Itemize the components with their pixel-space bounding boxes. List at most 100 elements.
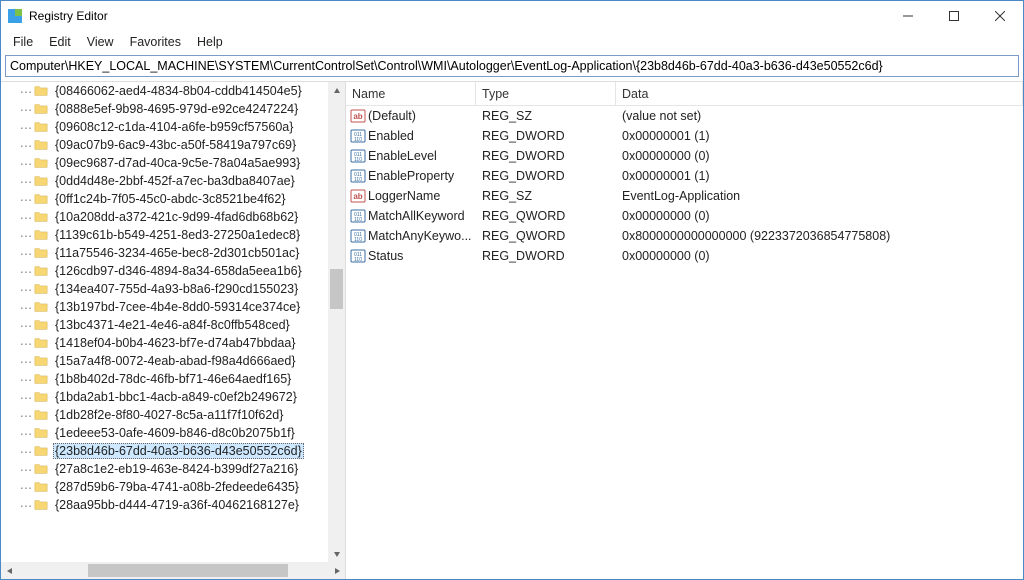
value-type: REG_QWORD <box>476 229 616 243</box>
tree-item[interactable]: ⋯{126cdb97-d346-4894-8a34-658da5eea1b6} <box>1 262 328 280</box>
menu-edit[interactable]: Edit <box>41 33 79 51</box>
menu-favorites[interactable]: Favorites <box>122 33 189 51</box>
tree-line-icon: ⋯ <box>19 408 33 423</box>
tree-item[interactable]: ⋯{1edeee53-0afe-4609-b846-d8c0b2075b1f} <box>1 424 328 442</box>
value-row[interactable]: MatchAllKeywordREG_QWORD0x00000000 (0) <box>346 206 1023 226</box>
minimize-button[interactable] <box>885 1 931 31</box>
value-row[interactable]: EnableLevelREG_DWORD0x00000000 (0) <box>346 146 1023 166</box>
tree-item-label: {1139c61b-b549-4251-8ed3-27250a1edec8} <box>53 228 302 242</box>
column-header-data[interactable]: Data <box>616 82 1023 105</box>
tree-item[interactable]: ⋯{287d59b6-79ba-4741-a08b-2fedeede6435} <box>1 478 328 496</box>
column-header-type[interactable]: Type <box>476 82 616 105</box>
folder-icon <box>33 138 49 152</box>
regedit-icon <box>7 8 23 24</box>
tree-item-label: {09608c12-c1da-4104-a6fe-b959cf57560a} <box>53 120 295 134</box>
values-list[interactable]: (Default)REG_SZ(value not set)EnabledREG… <box>346 106 1023 579</box>
tree-item-label: {23b8d46b-67dd-40a3-b636-d43e50552c6d} <box>53 443 304 459</box>
tree-item[interactable]: ⋯{134ea407-755d-4a93-b8a6-f290cd155023} <box>1 280 328 298</box>
scrollbar-track[interactable] <box>328 99 345 545</box>
tree-vertical-scrollbar[interactable] <box>328 82 345 562</box>
tree-item[interactable]: ⋯{28aa95bb-d444-4719-a36f-40462168127e} <box>1 496 328 514</box>
scrollbar-thumb[interactable] <box>330 269 343 309</box>
tree-body[interactable]: ⋯{08466062-aed4-4834-8b04-cddb414504e5}⋯… <box>1 82 345 562</box>
scroll-down-arrow-icon[interactable] <box>328 545 345 562</box>
menu-help[interactable]: Help <box>189 33 231 51</box>
tree-item-label: {09ac07b9-6ac9-43bc-a50f-58419a797c69} <box>53 138 298 152</box>
value-row[interactable]: EnabledREG_DWORD0x00000001 (1) <box>346 126 1023 146</box>
tree-item[interactable]: ⋯{11a75546-3234-465e-bec8-2d301cb501ac} <box>1 244 328 262</box>
tree-item-label: {08466062-aed4-4834-8b04-cddb414504e5} <box>53 84 304 98</box>
hscroll-track[interactable] <box>18 562 328 579</box>
maximize-button[interactable] <box>931 1 977 31</box>
scroll-right-arrow-icon[interactable] <box>328 562 345 579</box>
tree-item[interactable]: ⋯ {09608c12-c1da-4104-a6fe-b959cf57560a} <box>1 118 328 136</box>
tree-item-label: {13bc4371-4e21-4e46-a84f-8c0ffb548ced} <box>53 318 292 332</box>
tree-item-label: {15a7a4f8-0072-4eab-abad-f98a4d666aed} <box>53 354 298 368</box>
binary-value-icon <box>348 128 368 144</box>
tree-horizontal-scrollbar[interactable] <box>1 562 345 579</box>
tree-item-label: {1db28f2e-8f80-4027-8c5a-a11f7f10f62d} <box>53 408 285 422</box>
tree-item[interactable]: ⋯{1b8b402d-78dc-46fb-bf71-46e64aedf165} <box>1 370 328 388</box>
scroll-up-arrow-icon[interactable] <box>328 82 345 99</box>
tree-item[interactable]: ⋯{15a7a4f8-0072-4eab-abad-f98a4d666aed} <box>1 352 328 370</box>
folder-icon <box>33 120 49 134</box>
address-bar[interactable] <box>5 55 1019 77</box>
tree-line-icon: ⋯ <box>19 480 33 495</box>
value-name: Enabled <box>368 129 476 143</box>
menu-file[interactable]: File <box>5 33 41 51</box>
value-name: MatchAnyKeywo... <box>368 229 476 243</box>
folder-icon <box>33 156 49 170</box>
folder-icon <box>33 282 49 296</box>
tree-line-icon: ⋯ <box>19 318 33 333</box>
tree-item[interactable]: ⋯ {1db28f2e-8f80-4027-8c5a-a11f7f10f62d} <box>1 406 328 424</box>
value-data: 0x00000000 (0) <box>616 209 1023 223</box>
binary-value-icon <box>348 208 368 224</box>
tree-line-icon: ⋯ <box>19 138 33 153</box>
folder-icon <box>33 192 49 206</box>
column-header-name[interactable]: Name <box>346 82 476 105</box>
tree-item[interactable]: ⋯ {23b8d46b-67dd-40a3-b636-d43e50552c6d} <box>1 442 328 460</box>
tree-item-label: {1418ef04-b0b4-4623-bf7e-d74ab47bbdaa} <box>53 336 298 350</box>
tree-line-icon: ⋯ <box>19 84 33 99</box>
folder-icon <box>33 174 49 188</box>
tree-line-icon: ⋯ <box>19 120 33 135</box>
tree-item[interactable]: ⋯{1139c61b-b549-4251-8ed3-27250a1edec8} <box>1 226 328 244</box>
value-row[interactable]: LoggerNameREG_SZEventLog-Application <box>346 186 1023 206</box>
tree-item[interactable]: ⋯{0ff1c24b-7f05-45c0-abdc-3c8521be4f62} <box>1 190 328 208</box>
hscroll-thumb[interactable] <box>88 564 288 577</box>
folder-icon <box>33 246 49 260</box>
value-type: REG_DWORD <box>476 129 616 143</box>
value-data: 0x00000001 (1) <box>616 169 1023 183</box>
scroll-left-arrow-icon[interactable] <box>1 562 18 579</box>
tree-item[interactable]: ⋯ {13bc4371-4e21-4e46-a84f-8c0ffb548ced} <box>1 316 328 334</box>
menu-view[interactable]: View <box>79 33 122 51</box>
tree-line-icon: ⋯ <box>19 156 33 171</box>
value-name: EnableProperty <box>368 169 476 183</box>
tree-line-icon: ⋯ <box>19 372 33 387</box>
value-row[interactable]: EnablePropertyREG_DWORD0x00000001 (1) <box>346 166 1023 186</box>
value-row[interactable]: MatchAnyKeywo...REG_QWORD0x8000000000000… <box>346 226 1023 246</box>
value-data: 0x00000001 (1) <box>616 129 1023 143</box>
tree-item[interactable]: ⋯{0dd4d48e-2bbf-452f-a7ec-ba3dba8407ae} <box>1 172 328 190</box>
tree-item[interactable]: ⋯{13b197bd-7cee-4b4e-8dd0-59314ce374ce} <box>1 298 328 316</box>
address-input[interactable] <box>6 57 1018 75</box>
value-row[interactable]: StatusREG_DWORD0x00000000 (0) <box>346 246 1023 266</box>
content-area: ⋯{08466062-aed4-4834-8b04-cddb414504e5}⋯… <box>1 81 1023 579</box>
tree-item-label: {10a208dd-a372-421c-9d99-4fad6db68b62} <box>53 210 300 224</box>
tree-item[interactable]: ⋯{1bda2ab1-bbc1-4acb-a849-c0ef2b249672} <box>1 388 328 406</box>
binary-value-icon <box>348 168 368 184</box>
tree-item[interactable]: ⋯{10a208dd-a372-421c-9d99-4fad6db68b62} <box>1 208 328 226</box>
value-row[interactable]: (Default)REG_SZ(value not set) <box>346 106 1023 126</box>
tree-item[interactable]: ⋯{1418ef04-b0b4-4623-bf7e-d74ab47bbdaa} <box>1 334 328 352</box>
string-value-icon <box>348 188 368 204</box>
value-type: REG_SZ <box>476 109 616 123</box>
close-button[interactable] <box>977 1 1023 31</box>
tree-item[interactable]: ⋯{09ec9687-d7ad-40ca-9c5e-78a04a5ae993} <box>1 154 328 172</box>
tree-item-label: {134ea407-755d-4a93-b8a6-f290cd155023} <box>53 282 300 296</box>
tree-item[interactable]: ⋯ {08466062-aed4-4834-8b04-cddb414504e5} <box>1 82 328 100</box>
tree-item[interactable]: ⋯{27a8c1e2-eb19-463e-8424-b399df27a216} <box>1 460 328 478</box>
tree-item[interactable]: ⋯{0888e5ef-9b98-4695-979d-e92ce4247224} <box>1 100 328 118</box>
tree-item[interactable]: ⋯ {09ac07b9-6ac9-43bc-a50f-58419a797c69} <box>1 136 328 154</box>
tree-line-icon: ⋯ <box>19 444 33 459</box>
tree-item-label: {1bda2ab1-bbc1-4acb-a849-c0ef2b249672} <box>53 390 299 404</box>
